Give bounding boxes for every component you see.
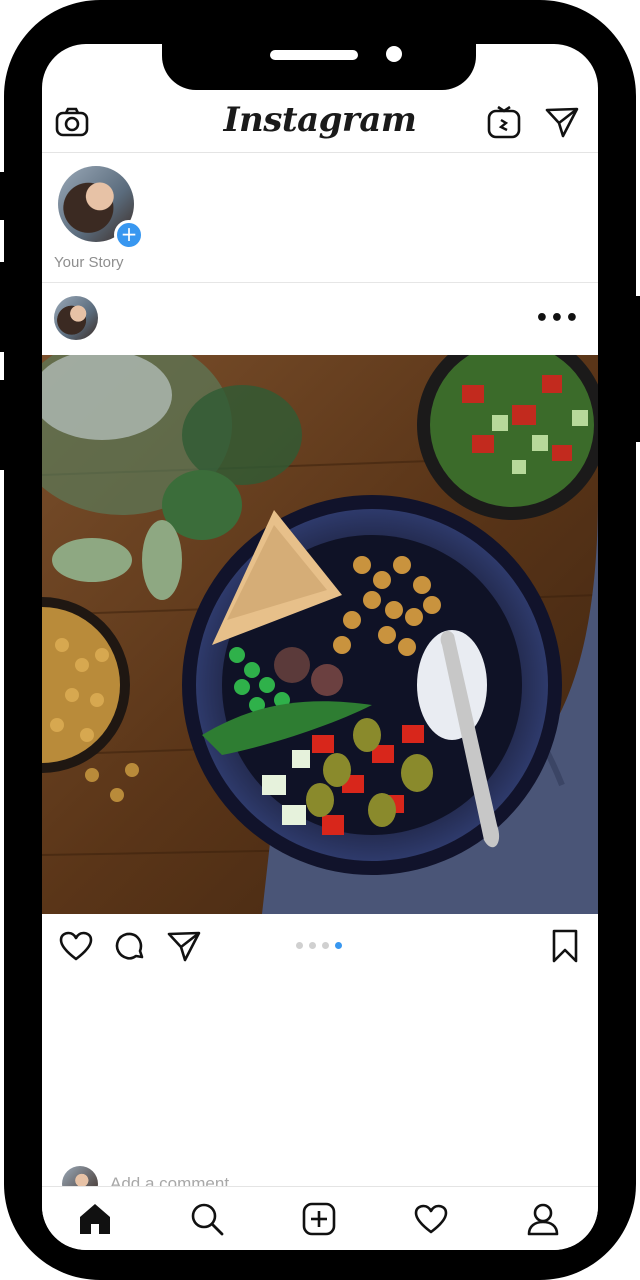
phone-notch	[162, 44, 476, 90]
app-screen: Instagram + Your Story ••• Add a comment…	[42, 44, 598, 1250]
like-icon[interactable]	[58, 928, 94, 964]
carousel-dot[interactable]	[296, 942, 303, 949]
bookmark-icon[interactable]	[547, 928, 583, 964]
food-bowl-image	[42, 355, 598, 914]
stories-tray	[42, 152, 598, 283]
phone-volume-up	[0, 262, 8, 352]
carousel-indicator	[296, 942, 342, 949]
carousel-dot[interactable]	[322, 942, 329, 949]
comment-icon[interactable]	[112, 928, 148, 964]
direct-message-icon[interactable]	[544, 104, 580, 140]
phone-power-button	[632, 296, 640, 442]
home-icon[interactable]	[75, 1199, 115, 1239]
search-icon[interactable]	[187, 1199, 227, 1239]
top-bar: Instagram	[42, 94, 598, 153]
activity-icon[interactable]	[411, 1199, 451, 1239]
profile-icon[interactable]	[523, 1199, 563, 1239]
phone-volume-down	[0, 380, 8, 470]
new-post-icon[interactable]	[299, 1199, 339, 1239]
post-header: •••	[42, 282, 598, 354]
share-icon[interactable]	[166, 928, 202, 964]
phone-mute-switch	[0, 172, 8, 220]
post-actions	[42, 914, 598, 976]
front-camera	[386, 46, 402, 62]
post-author-avatar[interactable]	[54, 296, 98, 340]
story-label: Your Story	[54, 254, 124, 271]
carousel-dot-active[interactable]	[335, 942, 342, 949]
more-dots-icon[interactable]: •••	[535, 306, 580, 331]
post-photo[interactable]	[42, 355, 598, 914]
bottom-nav	[42, 1186, 598, 1250]
plus-icon[interactable]: +	[114, 220, 144, 250]
igtv-icon[interactable]	[486, 104, 522, 140]
carousel-dot[interactable]	[309, 942, 316, 949]
speaker-grille	[270, 50, 358, 60]
